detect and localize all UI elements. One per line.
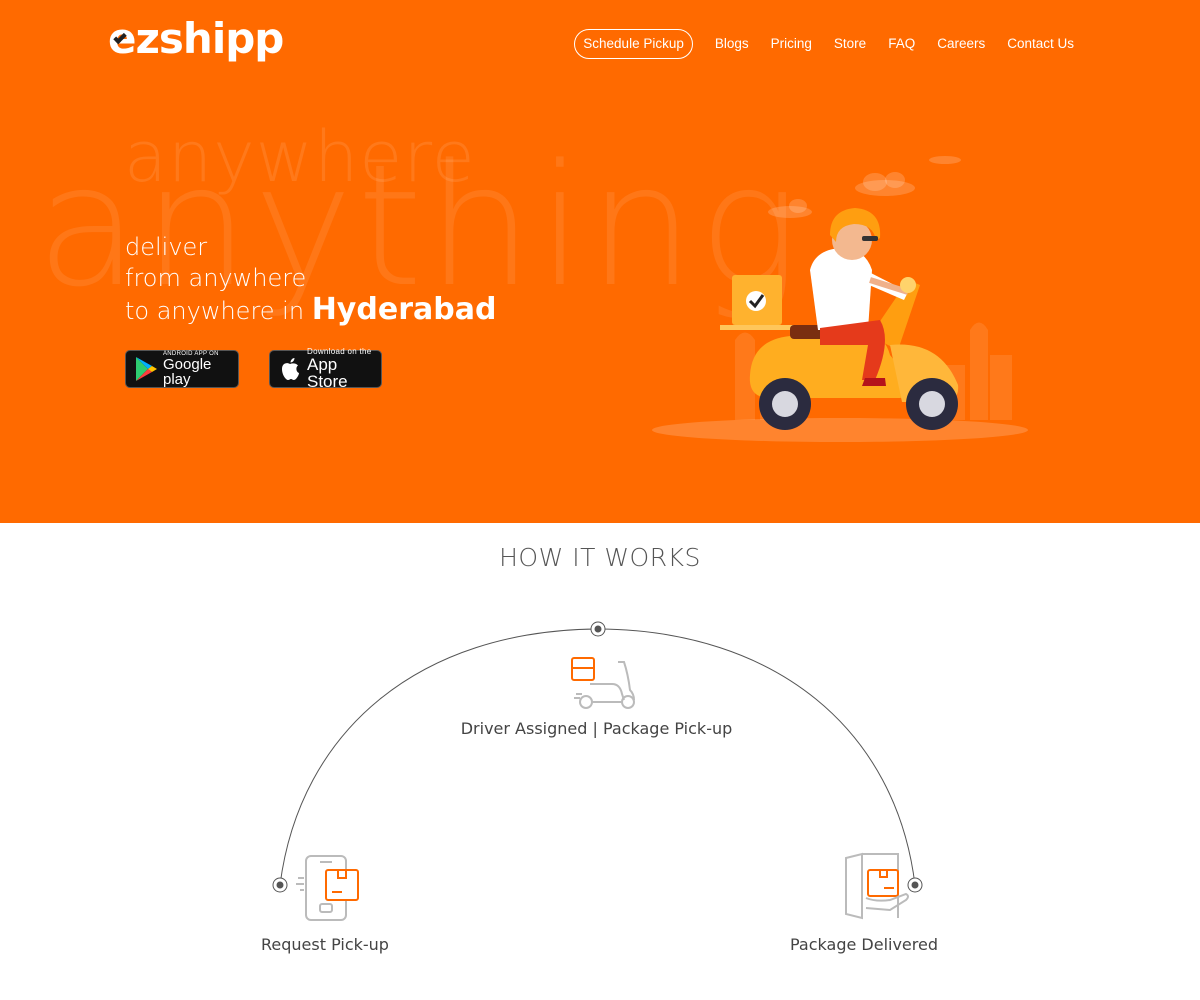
schedule-pickup-button[interactable]: Schedule Pickup: [574, 29, 693, 59]
nav-link-faq[interactable]: FAQ: [888, 29, 915, 59]
google-play-button[interactable]: ANDROID APP ON Google play: [125, 350, 239, 388]
app-store-button[interactable]: Download on the App Store: [269, 348, 382, 391]
tagline-line-1: deliver: [125, 233, 208, 261]
delivery-scooter-illustration: [652, 156, 1028, 442]
nav-link-pricing[interactable]: Pricing: [771, 29, 812, 59]
brand-logo[interactable]: ezshipp: [108, 12, 284, 64]
arc-node-left: [272, 877, 288, 893]
logo-text: ezshipp: [108, 13, 284, 63]
nav-link-contact[interactable]: Contact Us: [1007, 29, 1074, 59]
nav-link-store[interactable]: Store: [834, 29, 866, 59]
apple-icon: [282, 358, 299, 380]
tagline-line-3-prefix: to anywhere in: [125, 297, 312, 325]
app-store-big-text: App Store: [307, 355, 348, 391]
nav-link-blogs[interactable]: Blogs: [715, 29, 749, 59]
step-label-package-delivered: Package Delivered: [790, 935, 938, 954]
main-nav: Schedule Pickup Blogs Pricing Store FAQ …: [574, 29, 1074, 59]
tagline-line-2: from anywhere: [125, 264, 307, 292]
door-package-icon: [845, 852, 909, 920]
how-it-works-title: HOW IT WORKS: [499, 543, 701, 572]
tagline-line-3: to anywhere in Hyderabad: [125, 294, 496, 327]
logo-mark: ezshipp: [108, 13, 284, 63]
nav-link-careers[interactable]: Careers: [937, 29, 985, 59]
hero-section: ezshipp Schedule Pickup Blogs Pricing St…: [0, 0, 1200, 523]
tagline-city: Hyderabad: [311, 292, 497, 327]
step-label-driver-assigned: Driver Assigned | Package Pick-up: [460, 719, 733, 738]
cloud-icon: [768, 156, 961, 218]
hero-tagline: deliver from anywhere to anywhere in Hyd…: [125, 232, 496, 327]
phone-package-icon: [296, 855, 359, 921]
arc-node-top: [590, 621, 606, 637]
step-label-request-pickup: Request Pick-up: [261, 935, 389, 954]
scooter-package-icon: [571, 657, 635, 709]
google-play-icon: [136, 357, 157, 381]
google-play-big-text: Google play: [163, 356, 212, 388]
